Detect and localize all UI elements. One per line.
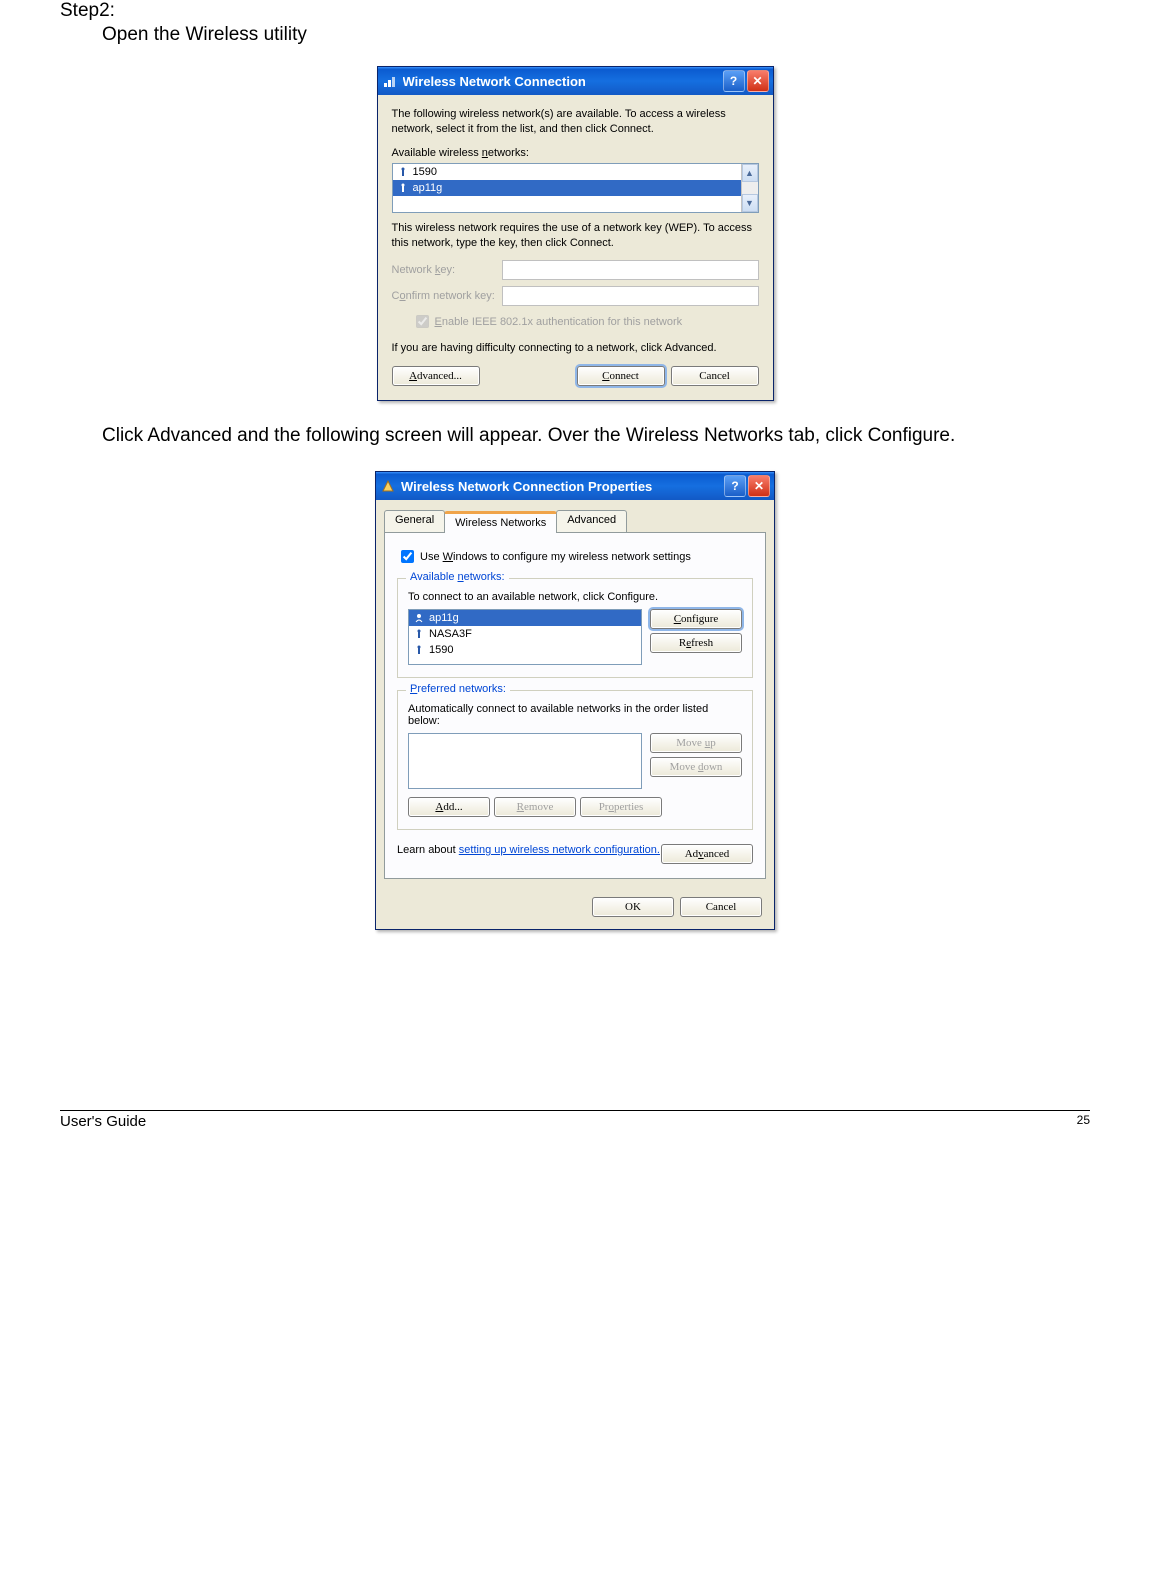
titlebar: Wireless Network Connection Properties ?… bbox=[376, 472, 774, 500]
network-item[interactable]: 1590 bbox=[409, 642, 641, 658]
learn-link[interactable]: setting up wireless network configuratio… bbox=[459, 844, 660, 856]
move-down-button: Move down bbox=[650, 757, 742, 777]
confirm-key-label: Confirm network key: bbox=[392, 290, 502, 302]
network-name: ap11g bbox=[429, 612, 459, 624]
wireless-properties-dialog: Wireless Network Connection Properties ?… bbox=[375, 471, 775, 930]
tab-bar: General Wireless Networks Advanced bbox=[376, 500, 774, 532]
network-item[interactable]: NASA3F bbox=[409, 626, 641, 642]
configure-button[interactable]: Configure bbox=[650, 609, 742, 629]
network-item-selected[interactable]: ap11g bbox=[393, 180, 758, 196]
confirm-key-input bbox=[502, 286, 759, 306]
network-name: 1590 bbox=[413, 166, 437, 178]
tab-wireless-networks[interactable]: Wireless Networks bbox=[444, 511, 557, 533]
network-icon bbox=[413, 628, 425, 640]
available-text: To connect to an available network, clic… bbox=[408, 591, 742, 603]
help-button[interactable]: ? bbox=[723, 70, 745, 92]
cancel-button[interactable]: Cancel bbox=[671, 366, 759, 386]
close-button[interactable]: ✕ bbox=[747, 70, 769, 92]
preferred-networks-group: Preferred networks: Automatically connec… bbox=[397, 690, 753, 830]
available-legend: Available networks: bbox=[406, 571, 509, 583]
footer-title: User's Guide bbox=[60, 1113, 146, 1130]
network-name: NASA3F bbox=[429, 628, 472, 640]
scroll-down-icon[interactable]: ▼ bbox=[742, 194, 758, 212]
use-windows-label: Use Windows to configure my wireless net… bbox=[420, 551, 691, 563]
network-icon bbox=[397, 166, 409, 178]
network-name: 1590 bbox=[429, 644, 453, 656]
refresh-button[interactable]: Refresh bbox=[650, 633, 742, 653]
available-networks-list[interactable]: ap11g NASA3F 1590 bbox=[408, 609, 642, 665]
enable-8021x-label: Enable IEEE 802.1x authentication for th… bbox=[435, 316, 683, 328]
available-networks-list[interactable]: 1590 ap11g ▲ ▼ bbox=[392, 163, 759, 213]
ok-button[interactable]: OK bbox=[592, 897, 674, 917]
network-icon bbox=[397, 182, 409, 194]
titlebar: Wireless Network Connection ? ✕ bbox=[378, 67, 773, 95]
connection-icon bbox=[380, 478, 396, 494]
dialog-title: Wireless Network Connection Properties bbox=[401, 479, 724, 494]
dialog-title: Wireless Network Connection bbox=[403, 74, 723, 89]
network-name: ap11g bbox=[413, 182, 443, 194]
preferred-networks-list[interactable] bbox=[408, 733, 642, 789]
available-label: Available wireless networks: bbox=[392, 147, 759, 159]
page-footer: User's Guide 25 bbox=[60, 1110, 1090, 1130]
add-button[interactable]: Add... bbox=[408, 797, 490, 817]
cancel-button[interactable]: Cancel bbox=[680, 897, 762, 917]
tab-panel: Use Windows to configure my wireless net… bbox=[384, 532, 766, 879]
network-icon bbox=[413, 644, 425, 656]
enable-8021x-checkbox bbox=[416, 315, 429, 328]
wep-text: This wireless network requires the use o… bbox=[392, 221, 759, 251]
learn-text: Learn about setting up wireless network … bbox=[397, 844, 661, 856]
scrollbar[interactable]: ▲ ▼ bbox=[741, 164, 758, 212]
move-up-button: Move up bbox=[650, 733, 742, 753]
preferred-legend: Preferred networks: bbox=[406, 683, 510, 695]
tab-advanced[interactable]: Advanced bbox=[556, 510, 627, 532]
preferred-text: Automatically connect to available netwo… bbox=[408, 703, 742, 727]
network-item[interactable]: 1590 bbox=[393, 164, 758, 180]
wireless-connection-dialog: Wireless Network Connection ? ✕ The foll… bbox=[377, 66, 774, 401]
preferred-network-icon bbox=[413, 612, 425, 624]
wireless-icon bbox=[382, 73, 398, 89]
properties-button: Properties bbox=[580, 797, 662, 817]
remove-button: Remove bbox=[494, 797, 576, 817]
network-key-label: Network key: bbox=[392, 264, 502, 276]
use-windows-checkbox[interactable] bbox=[401, 550, 414, 563]
close-button[interactable]: ✕ bbox=[748, 475, 770, 497]
intro-text: The following wireless network(s) are av… bbox=[392, 107, 759, 137]
advanced-button[interactable]: Advanced... bbox=[392, 366, 480, 386]
scroll-up-icon[interactable]: ▲ bbox=[742, 164, 758, 182]
advanced-button[interactable]: Advanced bbox=[661, 844, 753, 864]
tab-general[interactable]: General bbox=[384, 510, 445, 532]
difficulty-text: If you are having difficulty connecting … bbox=[392, 341, 759, 356]
network-item-selected[interactable]: ap11g bbox=[409, 610, 641, 626]
body-instruction: Click Advanced and the following screen … bbox=[102, 425, 1090, 447]
page-number: 25 bbox=[1077, 1113, 1090, 1130]
network-key-input bbox=[502, 260, 759, 280]
step-instruction: Open the Wireless utility bbox=[102, 24, 1090, 46]
help-button[interactable]: ? bbox=[724, 475, 746, 497]
connect-button[interactable]: Connect bbox=[577, 366, 665, 386]
step-label: Step2: bbox=[60, 0, 1090, 22]
available-networks-group: Available networks: To connect to an ava… bbox=[397, 578, 753, 678]
